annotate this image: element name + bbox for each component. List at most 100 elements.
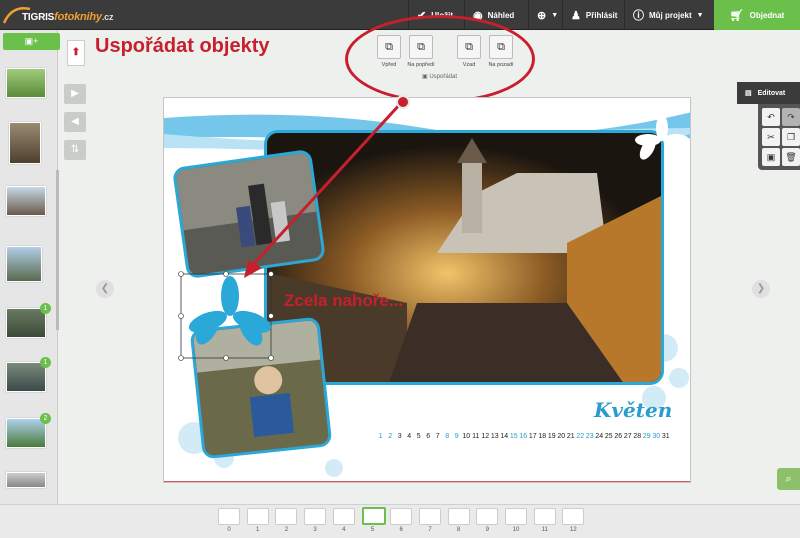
page-thumbnail[interactable] [476,508,499,525]
undo-button[interactable]: ↶ [762,108,780,126]
photo-thumbnail[interactable]: 1 [6,357,51,392]
photo-thumbnail[interactable] [6,68,46,98]
edit-label: Editovat [757,89,786,97]
login-button[interactable]: ♟ Přihlásit [562,0,625,30]
night-street-photo [267,133,661,382]
zoom-button[interactable]: ⌕ [777,468,800,490]
page-thumbnail[interactable] [275,508,298,525]
cut-button[interactable]: ✂ [762,128,780,146]
calendar-day: 15 [509,433,518,440]
add-photo-button[interactable]: ▣+ [3,33,60,50]
calendar-day: 5 [416,433,421,440]
page-number: 4 [342,527,346,533]
page-thumbnail[interactable] [246,508,269,525]
panel-scrollbar[interactable] [56,170,59,330]
chevron-down-icon: ▼ [551,11,559,19]
logo[interactable]: TIGRISfotoknihy.cz [2,3,122,27]
paste-icon: ▣ [766,152,776,162]
photo-thumbnail[interactable]: 1 [6,303,51,338]
sort-arrows-icon: ⇅ [70,144,80,155]
next-page-arrow[interactable]: ❯ [752,280,770,298]
order-button[interactable]: 🛒︎ Objednat [714,0,800,30]
logo-tld: .cz [101,12,114,22]
redo-button[interactable]: ↷ [782,108,800,126]
page-number: 3 [313,527,317,533]
order-label: Objednat [749,10,785,20]
send-to-back-label: Na pozadí [488,62,514,68]
add-photo-icon: ▣+ [24,36,39,46]
send-backward-button[interactable]: ⧉ [457,35,481,59]
cart-icon: 🛒︎ [729,9,744,22]
arrange-toolbar: ⧉ Vpřed ⧉ Na popředí ⧉ Vzad ⧉ Na pozadí … [345,15,535,105]
annotation-text: Zcela nahoře... [284,291,404,310]
page-thumbnail[interactable] [562,508,585,525]
calendar-day: 1 [378,433,383,440]
photo-kids-top[interactable] [171,148,327,280]
calendar-day: 9 [454,433,459,440]
photo-thumbnail[interactable] [6,186,46,216]
photo-thumbnail[interactable]: 2 [6,413,51,448]
chevron-left-icon: ❮ [100,283,110,294]
photo-thumbnail[interactable] [9,122,41,164]
page-thumbnail[interactable] [304,508,327,525]
back-button[interactable]: ⬆ [67,40,85,66]
edit-panel-header[interactable]: ▤ Editovat [737,82,800,104]
calendar-day: 10 [462,433,471,440]
calendar-page-canvas[interactable]: Zcela nahoře... Květen 1 2 3 4 5 6 7 8 9 10 11 12 13… [163,97,691,483]
white-flower-decoration [635,115,689,161]
user-icon: ♟ [571,9,581,22]
calendar-day: 6 [426,433,431,440]
page-number: 11 [541,527,548,533]
my-project-button[interactable]: ⓘ Můj projekt ▼ [624,0,712,30]
page-number: 7 [428,527,432,533]
send-to-back-button[interactable]: ⧉ [489,35,513,59]
sort-tool-button[interactable]: ⇅ [64,140,86,160]
photo-thumbnail[interactable] [6,246,42,282]
page-title: Uspořádat objekty [95,35,270,57]
logo-prefix: TIGRIS [22,12,55,23]
calendar-day: 22 [576,433,585,440]
trash-icon: 🗑︎ [785,152,797,162]
paste-button[interactable]: ▣ [762,148,780,166]
arrow-up-icon: ⬆ [71,47,81,58]
calendar-day: 31 [661,433,670,440]
family-photo [175,151,327,280]
photo-thumbnail[interactable] [6,472,46,488]
delete-button[interactable]: 🗑︎ [782,148,800,166]
calendar-day: 13 [490,433,499,440]
page-number: 9 [485,527,489,533]
calendar-day: 29 [642,433,651,440]
page-thumbnail[interactable] [332,508,355,525]
send-to-back-icon: ⧉ [497,41,505,53]
calendar-day: 18 [538,433,547,440]
page-thumbnail[interactable] [218,508,240,525]
photo-panel: ▣+ 1 1 2 ▣ 24 ⇧ 0 [0,30,60,534]
main-photo[interactable] [264,130,664,385]
calendar-day: 14 [500,433,509,440]
bring-to-front-button[interactable]: ⧉ [409,35,433,59]
next-tool-button[interactable]: ▶ [64,84,86,104]
calendar-day: 7 [435,433,440,440]
calendar-day: 27 [623,433,632,440]
prev-tool-button[interactable]: ◀ [64,112,86,132]
calendar-day: 25 [604,433,613,440]
globe-icon: ⊕ [537,9,547,22]
selected-flower-clipart[interactable] [174,270,294,380]
logo-name: fotoknihy [54,11,102,23]
page-thumbnail[interactable] [418,508,441,525]
page-number: 0 [227,527,231,533]
page-thumbnail[interactable] [533,508,556,525]
page-number: 12 [570,527,577,533]
usage-badge: 2 [40,413,51,424]
bring-forward-button[interactable]: ⧉ [377,35,401,59]
logo-text: TIGRISfotoknihy.cz [22,11,113,23]
page-thumbnail[interactable] [505,508,527,525]
page-thumbnail[interactable] [447,508,470,525]
prev-page-arrow[interactable]: ❮ [96,280,114,298]
copy-icon: ❐ [786,132,796,142]
page-number: 8 [456,527,461,533]
copy-button[interactable]: ❐ [782,128,800,146]
page-thumbnail[interactable] [390,508,413,525]
page-thumbnail[interactable] [361,507,386,525]
calendar-day: 8 [445,433,450,440]
